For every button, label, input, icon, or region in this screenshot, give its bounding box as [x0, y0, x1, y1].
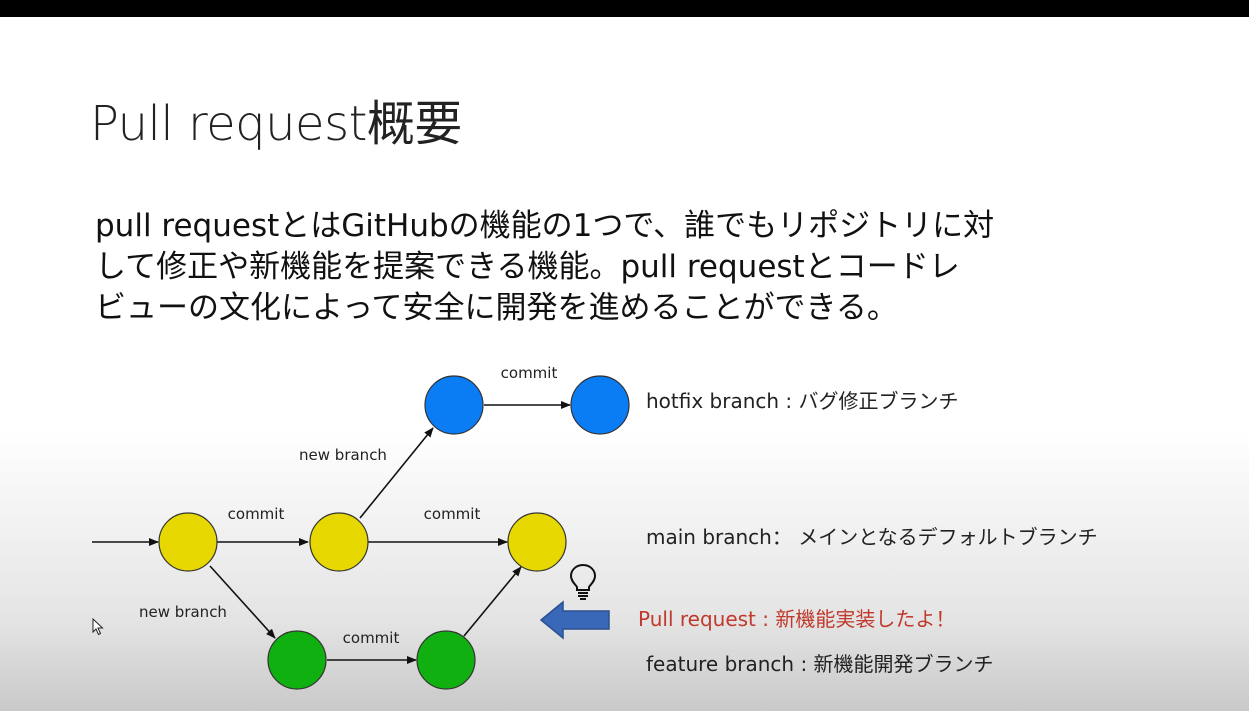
main-commit-node-2 — [309, 512, 369, 572]
hotfix-commit-label: commit — [501, 364, 558, 382]
feature-commit-node-1 — [267, 630, 327, 690]
hotfix-branch-description: hotfix branch : バグ修正ブランチ — [646, 389, 959, 413]
branch-diagram: commit new branch commit commit new bran… — [92, 364, 1098, 690]
main-branch-description: main branch： メインとなるデフォルトブランチ — [646, 525, 1098, 549]
hotfix-commit-node-1 — [424, 375, 484, 435]
lightbulb-icon — [569, 563, 597, 600]
feature-new-branch-label: new branch — [139, 603, 227, 621]
hotfix-new-branch-label: new branch — [299, 446, 387, 464]
left-arrow-icon — [539, 600, 610, 640]
main-commit-node-1 — [158, 512, 218, 572]
hotfix-commit-node-2 — [570, 375, 630, 435]
hotfix-branch-edge — [359, 427, 434, 519]
feature-commit-label: commit — [343, 629, 400, 647]
main-commit-label-1: commit — [228, 505, 285, 523]
main-commit-label-2: commit — [424, 505, 481, 523]
mouse-cursor-icon — [92, 618, 104, 636]
pull-request-description: Pull request : 新機能実装したよ！ — [638, 607, 955, 631]
feature-branch-edge — [209, 565, 276, 639]
merge-edge — [463, 566, 522, 637]
feature-commit-node-2 — [416, 630, 476, 690]
main-commit-node-3 — [507, 512, 567, 572]
feature-branch-description: feature branch : 新機能開発ブランチ — [646, 652, 994, 676]
